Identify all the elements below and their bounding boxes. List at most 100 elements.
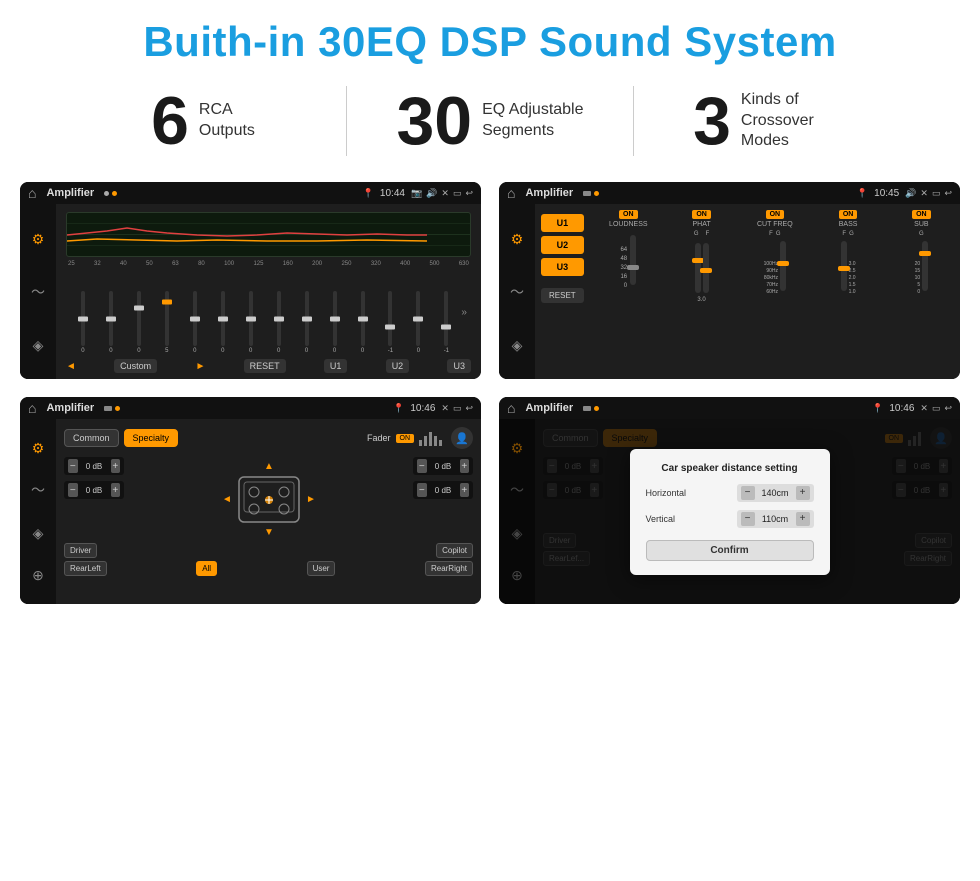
u1-crossover-btn[interactable]: U1 xyxy=(541,214,584,232)
speaker-icon[interactable]: ◈ xyxy=(33,338,44,352)
screen4-content: ⚙ 〜 ◈ ⊕ Common Specialty ON 👤 xyxy=(499,419,960,604)
eq-icon-2[interactable]: ⚙ xyxy=(511,232,524,246)
all-btn[interactable]: All xyxy=(196,561,217,576)
rec-dot-3 xyxy=(104,406,112,411)
rearleft-btn[interactable]: RearLeft xyxy=(64,561,107,576)
db-minus-bl[interactable]: − xyxy=(68,483,78,497)
status-right-2: 🔊 ✕ ▭ ↩ xyxy=(905,188,952,199)
crossover-controls: ON LOUDNESS 644832160 ON xyxy=(590,204,960,379)
slider-track-7[interactable] xyxy=(277,291,281,346)
home-icon-2[interactable]: ⌂ xyxy=(507,185,515,201)
loudness-label: LOUDNESS xyxy=(609,221,648,228)
user-icon[interactable]: 👤 xyxy=(451,427,473,449)
db-minus-tl[interactable]: − xyxy=(68,459,78,473)
db-plus-bl[interactable]: + xyxy=(111,483,121,497)
gps-icon-2: 📍 xyxy=(857,188,868,199)
common-tab[interactable]: Common xyxy=(64,429,119,447)
slider-track-8[interactable] xyxy=(305,291,309,346)
vertical-value: 110cm xyxy=(758,514,793,524)
eq-freq-labels: 2532405063 80100125160200 25032040050063… xyxy=(66,261,471,267)
dot-active-3 xyxy=(115,406,120,411)
copilot-btn[interactable]: Copilot xyxy=(436,543,473,558)
db-plus-tr[interactable]: + xyxy=(460,459,470,473)
speaker-icon-2[interactable]: ◈ xyxy=(512,338,523,352)
u3-crossover-btn[interactable]: U3 xyxy=(541,258,584,276)
prev-arrow[interactable]: ◄ xyxy=(66,361,76,372)
db-minus-br[interactable]: − xyxy=(417,483,427,497)
slider-track-5[interactable] xyxy=(221,291,225,346)
u2-btn[interactable]: U2 xyxy=(386,359,410,373)
db-plus-br[interactable]: + xyxy=(460,483,470,497)
slider-track-4[interactable] xyxy=(193,291,197,346)
wave-icon[interactable]: 〜 xyxy=(31,285,45,299)
dot1 xyxy=(104,191,109,196)
slider-track-1[interactable] xyxy=(109,291,113,346)
eq-slider-4: 0 xyxy=(182,291,208,354)
speaker-icon-3[interactable]: ◈ xyxy=(33,526,44,540)
db-plus-tl[interactable]: + xyxy=(111,459,121,473)
wave-icon-3[interactable]: 〜 xyxy=(31,483,45,497)
cutfreq-slider[interactable] xyxy=(780,241,786,291)
dot-active-4 xyxy=(594,406,599,411)
slider-track-2[interactable] xyxy=(137,291,141,346)
slider-track-9[interactable] xyxy=(333,291,337,346)
reset-btn[interactable]: RESET xyxy=(244,359,286,373)
wave-icon-2[interactable]: 〜 xyxy=(510,285,524,299)
loudness-slider[interactable] xyxy=(630,235,636,285)
horizontal-plus-btn[interactable]: + xyxy=(796,486,810,500)
balance-icon[interactable]: ⊕ xyxy=(32,568,44,582)
phat-label: PHAT xyxy=(692,221,710,228)
home-icon-4[interactable]: ⌂ xyxy=(507,400,515,416)
eq-icon-3[interactable]: ⚙ xyxy=(32,441,45,455)
screen-fader-dialog: ⌂ Amplifier 📍 10:46 ✕ ▭ ↩ ⚙ 〜 ◈ ⊕ xyxy=(499,397,960,604)
slider-track-3[interactable] xyxy=(165,291,169,346)
db-minus-tr[interactable]: − xyxy=(417,459,427,473)
stat-eq-number: 30 xyxy=(396,87,472,155)
crossover-reset-btn[interactable]: RESET xyxy=(541,288,584,303)
back-icon-4: ↩ xyxy=(944,403,952,414)
vertical-minus-btn[interactable]: − xyxy=(741,512,755,526)
crossover-panel: U1 U2 U3 RESET ON LOUDNESS 644832160 xyxy=(535,204,960,379)
slider-track-6[interactable] xyxy=(249,291,253,346)
custom-btn[interactable]: Custom xyxy=(114,359,157,373)
slider-track-13[interactable] xyxy=(444,291,448,346)
eq-icon[interactable]: ⚙ xyxy=(32,232,45,246)
slider-track-0[interactable] xyxy=(81,291,85,346)
slider-track-11[interactable] xyxy=(388,291,392,346)
bass-on: ON xyxy=(839,210,858,219)
u2-crossover-btn[interactable]: U2 xyxy=(541,236,584,254)
stat-crossover-label: Kinds ofCrossover Modes xyxy=(741,90,861,152)
gps-icon-3: 📍 xyxy=(393,403,404,414)
driver-btn[interactable]: Driver xyxy=(64,543,97,558)
db-val-br: 0 dB xyxy=(431,486,456,495)
horizontal-minus-btn[interactable]: − xyxy=(741,486,755,500)
home-icon[interactable]: ⌂ xyxy=(28,185,36,201)
next-arrow[interactable]: ► xyxy=(195,361,205,372)
screen1-content: ⚙ 〜 ◈ xyxy=(20,204,481,379)
eq-slider-12: 0 xyxy=(405,291,431,354)
specialty-tab[interactable]: Specialty xyxy=(124,429,179,447)
close-icon-2: ✕ xyxy=(920,188,928,199)
bass-slider-f[interactable] xyxy=(841,241,847,291)
loudness-col: ON LOUDNESS 644832160 xyxy=(594,210,663,373)
svg-text:▲: ▲ xyxy=(264,461,274,472)
gps-icon: 📍 xyxy=(363,188,374,199)
sub-slider[interactable] xyxy=(922,241,928,291)
confirm-button[interactable]: Confirm xyxy=(646,540,814,561)
home-icon-3[interactable]: ⌂ xyxy=(28,400,36,416)
forward-icon[interactable]: » xyxy=(461,307,467,318)
slider-track-12[interactable] xyxy=(416,291,420,346)
phat-slider-f[interactable] xyxy=(703,243,709,293)
vertical-plus-btn[interactable]: + xyxy=(796,512,810,526)
db-val-tl: 0 dB xyxy=(82,462,107,471)
screen1-title: Amplifier xyxy=(46,187,94,199)
user-btn[interactable]: User xyxy=(307,561,336,576)
stat-crossover: 3 Kinds ofCrossover Modes xyxy=(634,87,920,155)
u3-btn[interactable]: U3 xyxy=(447,359,471,373)
slider-track-10[interactable] xyxy=(361,291,365,346)
rearright-btn[interactable]: RearRight xyxy=(425,561,473,576)
status-icons-1 xyxy=(104,191,117,196)
dot2 xyxy=(112,191,117,196)
dialog-title: Car speaker distance setting xyxy=(646,463,814,474)
u1-btn[interactable]: U1 xyxy=(324,359,348,373)
